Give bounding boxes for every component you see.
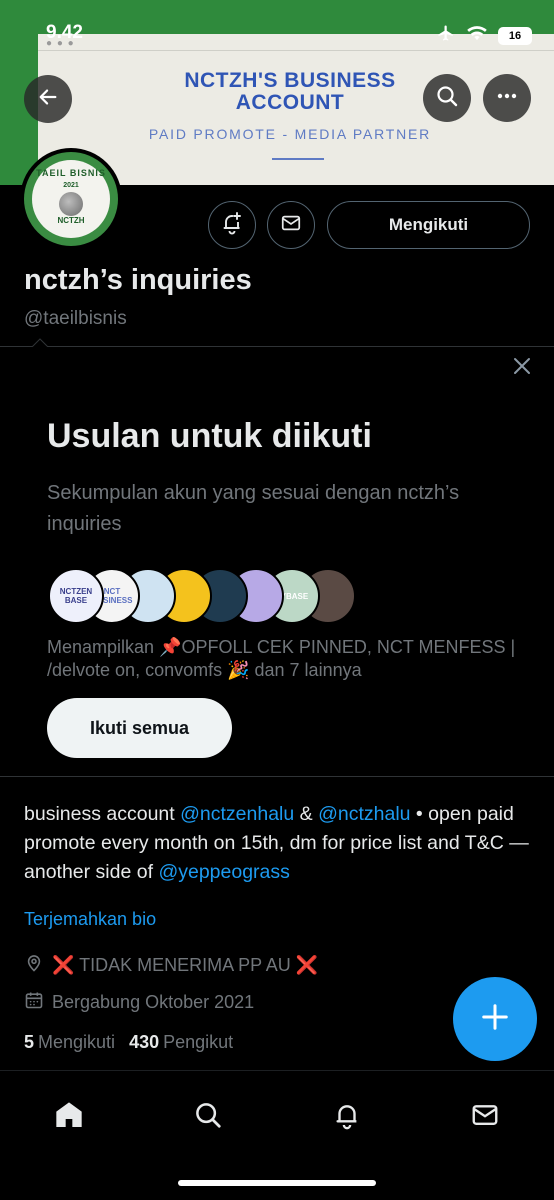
profile-location: ❌ TIDAK MENERIMA PP AU ❌: [24, 952, 318, 979]
banner-subtitle: PAID PROMOTE - MEDIA PARTNER: [148, 126, 432, 142]
profile-name: nctzh’s inquiries: [24, 264, 252, 296]
search-button[interactable]: [423, 74, 471, 122]
profile-handle: @taeilbisnis: [24, 308, 127, 329]
suggestions-title: Usulan untuk diikuti: [47, 417, 372, 455]
calendar-icon: [24, 990, 44, 1015]
plus-icon: [480, 1002, 510, 1037]
avatar-globe: [59, 192, 83, 216]
envelope-icon: [470, 1100, 500, 1135]
profile-joined: Bergabung Oktober 2021: [24, 990, 254, 1015]
nav-notifications[interactable]: [327, 1097, 367, 1137]
followers-count-link[interactable]: 430 Pengikut: [129, 1032, 233, 1053]
followers-count: 430: [129, 1032, 160, 1052]
suggested-account-label: NCTZEN BASE: [59, 587, 93, 605]
avatar-ring-text: TAEIL BISNIS: [36, 168, 106, 178]
more-horizontal-icon: [495, 84, 519, 113]
battery-indicator: 16: [498, 26, 532, 45]
banner-title-line2: ACCOUNT: [235, 91, 345, 114]
location-pin-icon: [24, 952, 44, 979]
nav-search[interactable]: [188, 1097, 228, 1137]
banner-title: NCTZH'S BUSINESS ACCOUNT: [140, 70, 440, 114]
banner-rule: [272, 158, 324, 160]
bell-plus-icon: [220, 211, 244, 240]
wifi-icon: [466, 25, 488, 46]
following-count-link[interactable]: 5 Mengikuti: [24, 1032, 115, 1053]
joined-text: Bergabung Oktober 2021: [52, 992, 255, 1012]
suggested-account-avatar[interactable]: NCTZEN BASE: [48, 568, 104, 624]
status-time: 9.42: [46, 22, 83, 43]
callout-notch: [32, 338, 48, 347]
status-bar: 9.42 16: [0, 22, 554, 48]
dismiss-suggestions-button[interactable]: [510, 356, 534, 380]
close-icon: [513, 357, 531, 380]
nav-home[interactable]: [49, 1097, 89, 1137]
suggested-accounts-avatars[interactable]: NCTZEN BASE NCT BUSINESS TYBASE: [48, 568, 356, 624]
bio-mention-yeppeograss[interactable]: @yeppeograss: [158, 861, 289, 883]
avatar-image: TAEIL BISNIS 2021 NCTZH: [24, 152, 118, 246]
home-icon: [53, 1099, 85, 1136]
translate-bio-link[interactable]: Terjemahkan bio: [24, 909, 156, 930]
arrow-left-icon: [37, 86, 59, 113]
airplane-icon: [436, 24, 456, 47]
following-label: Mengikuti: [38, 1032, 116, 1052]
follow-counts: 5 Mengikuti 430 Pengikut: [24, 1032, 233, 1053]
home-indicator: [178, 1180, 376, 1186]
search-icon: [435, 84, 459, 113]
compose-tweet-button[interactable]: [453, 977, 537, 1061]
avatar-brand: NCTZH: [57, 216, 85, 225]
bio-mention-nctzhalu[interactable]: @nctzhalu: [318, 803, 410, 825]
bio-text: business account: [24, 803, 181, 825]
bio-text: &: [294, 803, 319, 825]
following-button[interactable]: Mengikuti: [327, 201, 530, 249]
envelope-icon: [280, 212, 302, 239]
notifications-subscribe-button[interactable]: [208, 201, 256, 249]
suggestions-subtitle: Sekumpulan akun yang sesuai dengan nctzh…: [47, 482, 460, 535]
section-divider: [0, 346, 554, 347]
section-divider: [0, 776, 554, 777]
status-icons: 16: [436, 24, 532, 47]
following-count: 5: [24, 1032, 35, 1052]
banner-divider: [38, 50, 554, 51]
back-button[interactable]: [24, 75, 72, 123]
follow-all-button[interactable]: Ikuti semua: [47, 698, 232, 758]
profile-avatar[interactable]: TAEIL BISNIS 2021 NCTZH: [20, 148, 122, 250]
more-options-button[interactable]: [483, 74, 531, 122]
avatar-year: 2021: [63, 182, 79, 189]
bell-icon: [332, 1100, 362, 1135]
message-button[interactable]: [267, 201, 315, 249]
suggestions-showing-text: Menampilkan 📌OPFOLL CEK PINNED, NCT MENF…: [47, 637, 516, 680]
location-text: ❌ TIDAK MENERIMA PP AU ❌: [52, 955, 319, 975]
banner-title-line1: NCTZH'S BUSINESS: [184, 69, 396, 92]
followers-label: Pengikut: [163, 1032, 234, 1052]
bio-mention-nctzenhalu[interactable]: @nctzenhalu: [180, 803, 294, 825]
search-icon: [193, 1100, 223, 1135]
nav-messages[interactable]: [465, 1097, 505, 1137]
profile-bio: business account @nctzenhalu & @nctzhalu…: [24, 800, 534, 887]
